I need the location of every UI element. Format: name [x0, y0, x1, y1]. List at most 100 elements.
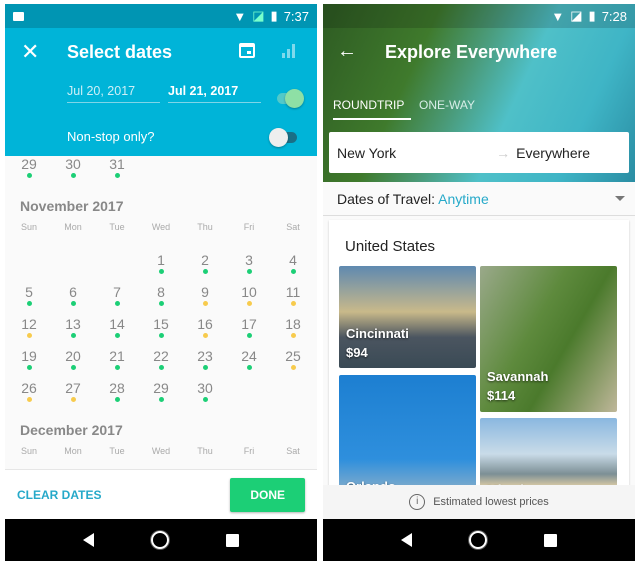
price-dot — [158, 397, 164, 402]
weekday-label: Thu — [197, 446, 213, 456]
calendar[interactable]: 29 30 31 November 2017 Sun Mon Tue Wed Thu Fri S… — [5, 156, 317, 471]
weekday-label: Sat — [286, 446, 300, 456]
day-cell[interactable]: 4 — [271, 252, 315, 284]
weekday-label: Tue — [109, 446, 125, 456]
day-cell[interactable]: 6 — [51, 284, 95, 316]
signal-icon: ◪ — [570, 8, 583, 23]
recents-icon[interactable] — [543, 533, 557, 547]
day-cell[interactable]: 28 — [95, 380, 139, 412]
day-cell[interactable]: 2 — [183, 252, 227, 284]
price-dot — [70, 333, 76, 338]
destination-tile[interactable]: Orlando — [339, 375, 476, 495]
depart-date-field[interactable]: Jul 20, 2017 — [67, 84, 160, 103]
price-dot — [202, 365, 208, 370]
day-number: 29 — [21, 156, 37, 172]
day-cell[interactable]: 18 — [271, 316, 315, 348]
day-number: 19 — [21, 348, 37, 364]
recents-icon[interactable] — [225, 533, 239, 547]
day-cell[interactable]: 19 — [7, 348, 51, 380]
home-icon[interactable] — [468, 531, 487, 549]
day-number: 2 — [201, 252, 209, 268]
home-icon[interactable] — [150, 531, 169, 549]
clock: 7:28 — [601, 8, 627, 24]
route-box[interactable]: New York → Everywhere — [329, 132, 629, 173]
back-icon[interactable] — [83, 533, 95, 547]
clear-dates-button[interactable]: CLEAR DATES — [17, 488, 101, 502]
day-cell[interactable]: 23 — [183, 348, 227, 380]
day-number: 22 — [153, 348, 169, 364]
day-cell[interactable]: 27 — [51, 380, 95, 412]
bar-chart-icon[interactable] — [282, 44, 295, 58]
nonstop-toggle[interactable] — [269, 128, 297, 147]
destination-field[interactable]: Everywhere — [516, 145, 590, 161]
price-dot — [114, 365, 120, 370]
day-number: 29 — [153, 380, 169, 396]
tab-roundtrip[interactable]: ROUNDTRIP — [333, 98, 411, 120]
dropdown-caret-icon — [615, 196, 625, 201]
day-cell[interactable]: 7 — [95, 284, 139, 316]
price-dot — [70, 301, 76, 306]
day-cell[interactable]: 21 — [95, 348, 139, 380]
clock: 7:37 — [283, 8, 309, 24]
done-button[interactable]: DONE — [230, 477, 305, 512]
day-number: 24 — [241, 348, 257, 364]
dates-value: Anytime — [438, 190, 489, 207]
price-dot — [26, 397, 32, 402]
day-cell[interactable]: 22 — [139, 348, 183, 380]
calendar-icon[interactable] — [239, 43, 255, 58]
back-icon[interactable] — [401, 533, 413, 547]
back-arrow-icon[interactable]: ← — [337, 40, 357, 63]
day-cell[interactable]: 20 — [51, 348, 95, 380]
price-dot — [202, 333, 208, 338]
day-cell[interactable]: 29 — [139, 380, 183, 412]
return-date-field[interactable]: Jul 21, 2017 — [168, 84, 261, 103]
day-cell[interactable]: 12 — [7, 316, 51, 348]
section-title: United States — [345, 238, 436, 255]
price-dot — [70, 365, 76, 370]
day-cell[interactable]: 5 — [7, 284, 51, 316]
month-title: November 2017 — [20, 198, 124, 214]
weekday-label: Fri — [243, 446, 255, 456]
price-dot — [114, 397, 120, 402]
day-cell[interactable]: 15 — [139, 316, 183, 348]
battery-icon: ▮ — [270, 8, 278, 23]
day-cell[interactable]: 30 — [51, 156, 95, 188]
signal-icon: ◪ — [252, 8, 265, 23]
day-cell[interactable]: 31 — [95, 156, 139, 188]
day-cell[interactable]: 29 — [7, 156, 51, 188]
day-cell[interactable]: 24 — [227, 348, 271, 380]
day-cell[interactable]: 10 — [227, 284, 271, 316]
dates-of-travel-dropdown[interactable]: Dates of Travel: Anytime — [323, 182, 635, 216]
destination-tile[interactable]: Savannah $114 — [480, 266, 617, 412]
day-cell[interactable]: 9 — [183, 284, 227, 316]
day-cell[interactable]: 14 — [95, 316, 139, 348]
dates-label: Dates of Travel: — [337, 190, 439, 207]
close-icon[interactable]: ✕ — [21, 39, 39, 65]
tab-one-way[interactable]: ONE-WAY — [419, 98, 475, 120]
return-toggle[interactable] — [277, 89, 304, 108]
origin-field[interactable]: New York — [337, 145, 396, 161]
day-cell[interactable]: 25 — [271, 348, 315, 380]
price-dot — [26, 365, 32, 370]
day-cell[interactable]: 30 — [183, 380, 227, 412]
day-cell[interactable]: 26 — [7, 380, 51, 412]
day-cell[interactable]: 11 — [271, 284, 315, 316]
day-cell[interactable]: 13 — [51, 316, 95, 348]
day-cell[interactable]: 1 — [139, 252, 183, 284]
price-dot — [26, 333, 32, 338]
destination-tile[interactable]: Cincinnati $94 — [339, 266, 476, 368]
day-cell[interactable]: 8 — [139, 284, 183, 316]
day-cell[interactable]: 3 — [227, 252, 271, 284]
day-number: 16 — [197, 316, 213, 332]
day-cell[interactable]: 16 — [183, 316, 227, 348]
price-dot — [246, 365, 252, 370]
estimate-banner: i Estimated lowest prices — [323, 485, 635, 519]
price-dot — [246, 333, 252, 338]
arrow-right-icon: → — [496, 144, 511, 161]
day-number: 30 — [65, 156, 81, 172]
month-title: December 2017 — [20, 422, 123, 438]
destination-price: $114 — [487, 388, 516, 403]
page-title: Explore Everywhere — [385, 42, 558, 62]
day-cell[interactable]: 17 — [227, 316, 271, 348]
weekday-label: Tue — [109, 222, 125, 232]
